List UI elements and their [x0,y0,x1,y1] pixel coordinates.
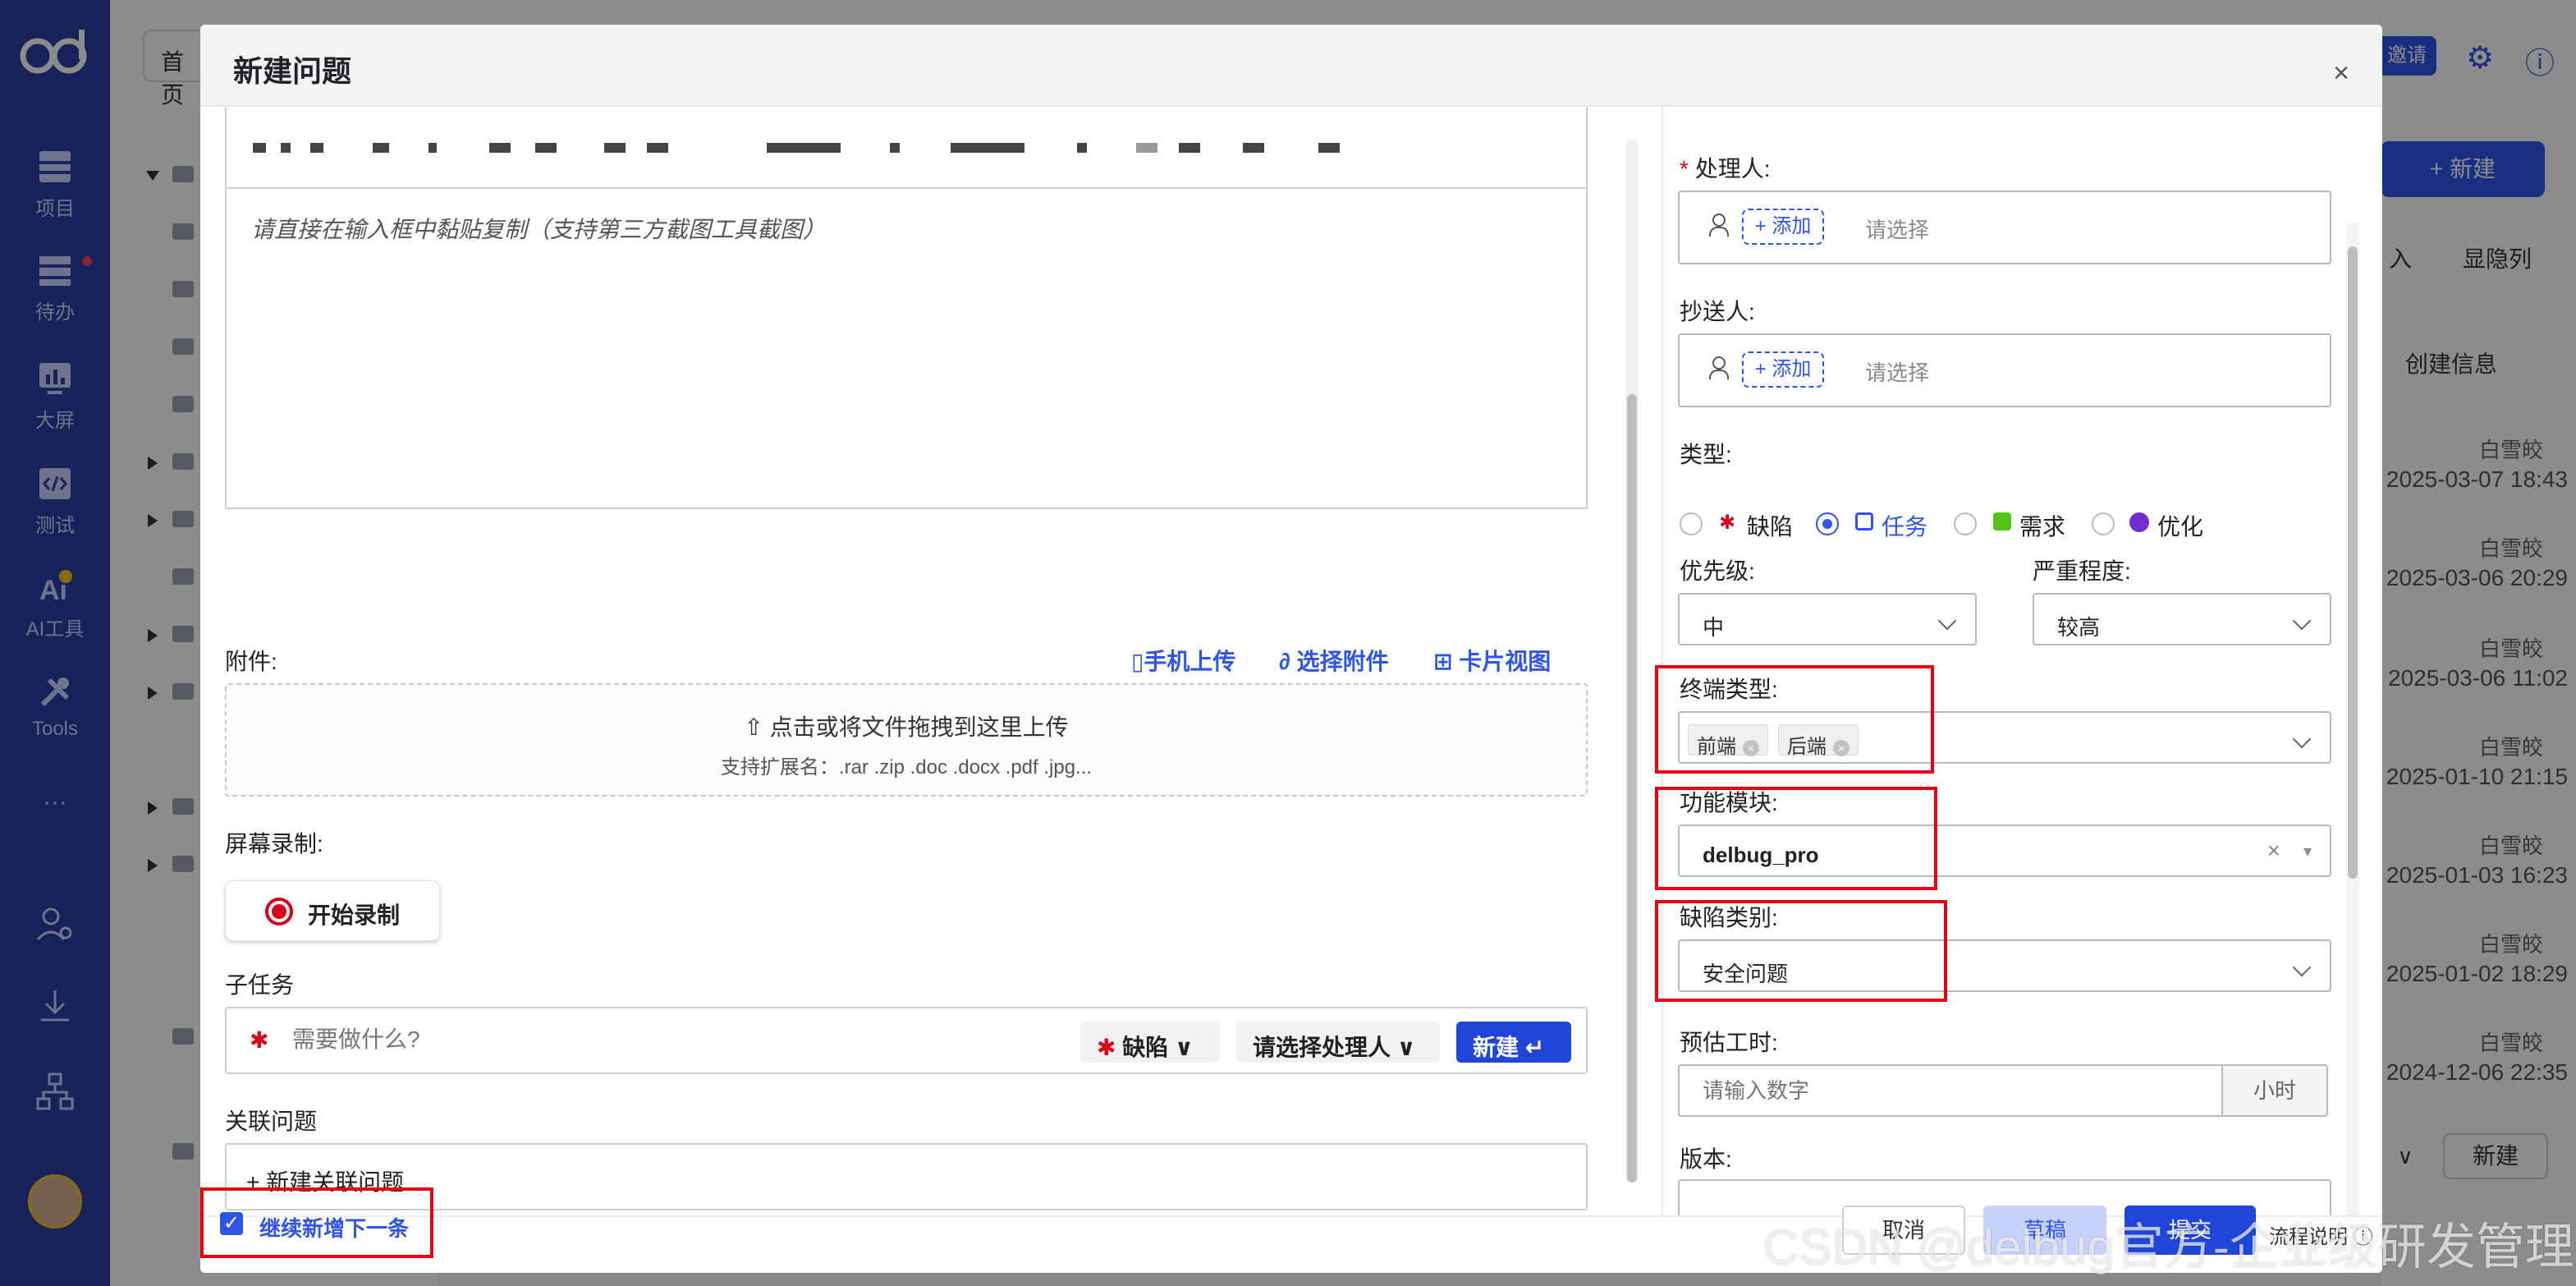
version-label: 版本: [1680,1146,1732,1172]
attachments-label: 附件: [225,649,277,674]
phone-upload-label: 手机上传 [1144,649,1236,674]
enter-icon: ↵ [1524,1035,1545,1060]
scroll-thumb[interactable] [1627,394,1637,1183]
chevron-down-icon [2292,729,2312,749]
choose-attachment-label: 选择附件 [1296,649,1389,674]
type-radio-bug[interactable] [1680,512,1703,535]
editor-placeholder: 请直接在输入框中黏贴复制（支持第三方截图工具截图） [251,217,827,242]
upload-text-label: 点击或将文件拖拽到这里上传 [769,714,1069,740]
upload-text: ⇧ 点击或将文件拖拽到这里上传 [227,710,1586,742]
watermark: CSDN @delbug官方-企业级研发管理 [1763,1219,2574,1275]
right-scrollbar[interactable] [2346,222,2359,1265]
subtask-assignee-select[interactable]: 请选择处理人 ∨ [1236,1022,1440,1063]
chevron-down-icon: ∨ [1396,1035,1416,1060]
subtask-new-label: 新建 [1473,1035,1519,1060]
bug-icon: ✱ [1719,512,1736,534]
subtask-assignee-label: 请选择处理人 [1253,1035,1391,1060]
chevron-down-icon [1937,611,1957,631]
assignee-placeholder: 请选择 [1865,218,1930,242]
priority-value: 中 [1703,615,1725,640]
requirement-icon [1993,512,2011,530]
optimization-icon [2129,512,2149,532]
left-scrollbar[interactable] [1625,140,1639,1183]
checkbox-checked-icon[interactable]: ✓ [220,1212,243,1235]
type-label-bug[interactable]: 缺陷 [1747,509,1793,542]
new-issue-modal: 新建问题 × 请直接在输入框中黏贴复制（支持第三方截图工具截图） 附件: ▯手机… [200,25,2382,1273]
add-assignee-button[interactable]: + 添加 [1742,209,1824,245]
chevron-down-icon [2292,611,2312,631]
screen-recording-label: 屏幕录制: [225,831,323,857]
start-recording-label: 开始录制 [308,902,401,928]
record-icon [265,898,293,925]
type-radio-requirement[interactable] [1954,512,1977,535]
add-cc-button[interactable]: + 添加 [1742,351,1824,388]
upload-hint: 支持扩展名：.rar .zip .doc .docx .pdf .jpg... [720,756,1093,778]
bug-icon: ✱ [250,1027,269,1053]
paperclip-icon: ∂ [1279,649,1290,674]
type-radio-optimization[interactable] [2092,512,2115,535]
task-icon [1855,512,1873,530]
priority-label: 优先级: [1680,558,1755,584]
type-radio-task[interactable] [1816,512,1839,535]
type-label-requirement[interactable]: 需求 [2019,509,2065,542]
close-icon[interactable]: × [2333,57,2349,90]
bug-icon: ✱ [1097,1035,1123,1060]
card-view-link[interactable]: ⊞ 卡片视图 [1433,644,1551,677]
estimate-unit: 小时 [2221,1064,2328,1117]
subtask-input[interactable] [292,1027,1031,1053]
modal-header: 新建问题 × [200,25,2382,107]
related-issues-label: 关联问题 [225,1109,318,1134]
chevron-down-icon: ∨ [1175,1035,1194,1060]
severity-select[interactable]: 较高 [2033,593,2331,645]
cc-field[interactable]: + 添加 请选择 [1678,333,2331,407]
type-label-task[interactable]: 任务 [1882,509,1927,542]
type-label: 类型: [1680,442,1732,467]
severity-label: 严重程度: [2033,558,2131,584]
description-editor[interactable]: 请直接在输入框中黏贴复制（支持第三方截图工具截图） [225,107,1588,509]
caret-down-icon: ▾ [2303,843,2312,861]
start-recording-button[interactable]: 开始录制 [225,880,440,941]
required-mark: * [1680,156,1695,181]
cloud-upload-icon: ⇧ [744,714,763,740]
subtask-new-button[interactable]: 新建 ↵ [1456,1022,1571,1063]
grid-icon: ⊞ [1433,649,1453,674]
subtask-row: ✱ ✱ 缺陷 ∨ 请选择处理人 ∨ 新建 ↵ [225,1007,1588,1074]
subtask-type-select[interactable]: ✱ 缺陷 ∨ [1080,1022,1220,1063]
chevron-down-icon [2292,958,2312,977]
choose-attachment-link[interactable]: ∂ 选择附件 [1279,644,1389,677]
person-icon [1709,356,1729,379]
subtask-type-label: 缺陷 [1122,1035,1169,1060]
cc-label: 抄送人: [1680,299,1755,324]
upload-dropzone[interactable]: ⇧ 点击或将文件拖拽到这里上传 支持扩展名：.rar .zip .doc .do… [225,683,1588,797]
scroll-thumb[interactable] [2348,246,2358,879]
clear-icon[interactable]: × [2267,838,2280,864]
assignee-label-text: 处理人: [1694,156,1771,181]
highlight-box [1655,665,1934,774]
phone-upload-link[interactable]: ▯手机上传 [1131,644,1235,677]
type-label-optimization[interactable]: 优化 [2157,509,2203,542]
card-view-label: 卡片视图 [1459,649,1552,674]
subtask-label: 子任务 [225,972,295,998]
estimate-label: 预估工时: [1680,1030,1778,1055]
severity-value: 较高 [2057,615,2101,640]
highlight-box [1655,787,1937,890]
highlight-box [1655,900,1947,1002]
priority-select[interactable]: 中 [1678,593,1977,645]
cc-placeholder: 请选择 [1865,361,1930,385]
continue-next-label: 继续新增下一条 [259,1216,410,1241]
assignee-label: * 处理人: [1680,151,1770,184]
assignee-field[interactable]: + 添加 请选择 [1678,191,2331,264]
modal-title: 新建问题 [233,54,352,88]
continue-next-toggle[interactable]: ✓ 继续新增下一条 [200,1187,433,1258]
person-icon [1709,214,1729,237]
estimate-input[interactable] [1678,1064,2223,1117]
